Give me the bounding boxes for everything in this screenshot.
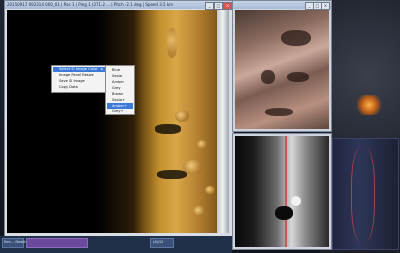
detail-window-top: _ □ × — [232, 0, 332, 132]
seabed-object — [197, 140, 207, 149]
detail-image-top[interactable] — [235, 10, 329, 129]
sonar-edge-band — [217, 10, 229, 233]
color-submenu: Blue Sepia Amber Grey Brown Sepia+ Amber… — [105, 65, 135, 115]
image-context-menu: Select SI Image Color ▸ Image Panel Resi… — [51, 65, 107, 93]
sonar-preview-panel — [332, 138, 399, 250]
minimize-button[interactable]: _ — [205, 2, 214, 10]
track-line — [285, 136, 287, 247]
menu-item-save-image[interactable]: Save SI Image — [53, 79, 105, 84]
acoustic-shadow — [281, 30, 311, 46]
seabed-object — [193, 206, 205, 216]
maximize-button[interactable]: □ — [214, 2, 223, 10]
menu-item-panel-resize[interactable]: Image Panel Resize — [53, 73, 105, 78]
seabed-object — [261, 70, 275, 84]
side-scan-image[interactable] — [7, 10, 229, 233]
seabed-object — [205, 186, 215, 194]
seabed-ridge — [167, 28, 177, 58]
menu-item-label: Select SI Image Color — [59, 67, 98, 71]
close-button[interactable]: × — [223, 2, 232, 10]
menu-item-label: Image Panel Resize — [59, 73, 94, 77]
seabed-object — [175, 110, 189, 122]
acoustic-shadow — [287, 72, 309, 82]
taskbar-button-active[interactable] — [26, 238, 88, 248]
detail-image-bottom[interactable] — [235, 136, 329, 247]
acoustic-shadow — [265, 108, 293, 116]
taskbar-button[interactable]: (A)G2 — [150, 238, 174, 248]
sonar-viewer-window: 20150917 092314 000_01 | Pos 1 | Ping 1 … — [4, 0, 234, 238]
acoustic-shadow — [157, 170, 187, 179]
title-bar[interactable]: _ □ × — [233, 1, 331, 10]
close-button[interactable]: × — [321, 2, 330, 10]
acoustic-shadow — [275, 206, 293, 220]
desktop-light-glow — [355, 95, 383, 115]
submenu-arrow-icon: ▸ — [101, 67, 103, 71]
detail-window-bottom — [232, 133, 332, 250]
title-bar[interactable]: 20150917 092314 000_01 | Pos 1 | Ping 1 … — [5, 1, 233, 10]
sonar-water-column — [97, 10, 133, 233]
menu-item-label: Copy Data — [59, 85, 78, 89]
menu-item-copy-data[interactable]: Copy Data — [53, 85, 105, 90]
menu-item-select-color[interactable]: Select SI Image Color ▸ — [53, 67, 105, 72]
taskbar-button[interactable]: Sen... Desktop — [2, 238, 30, 248]
menu-item-label: Save SI Image — [59, 79, 85, 83]
taskbar-label: (A)G2 — [153, 240, 164, 244]
acoustic-shadow — [155, 124, 181, 134]
seabed-object — [291, 196, 301, 206]
color-option-grey-plus[interactable]: Grey+ — [107, 109, 133, 113]
window-title: 20150917 092314 000_01 | Pos 1 | Ping 1 … — [7, 2, 174, 7]
